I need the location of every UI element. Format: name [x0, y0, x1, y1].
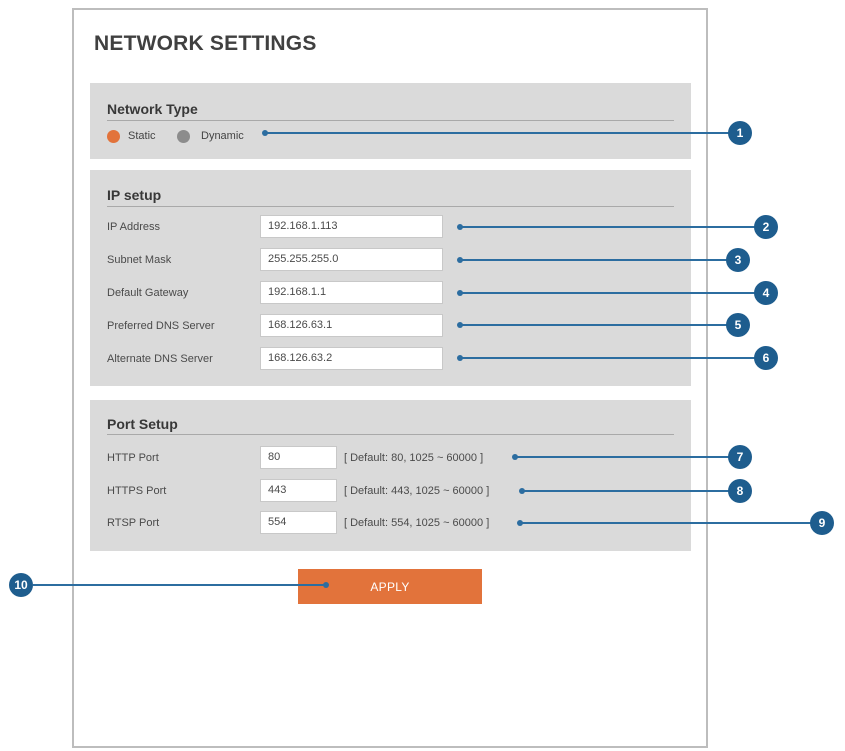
- callout-1: 1: [728, 121, 752, 145]
- preferred-dns-input[interactable]: 168.126.63.1: [260, 314, 443, 337]
- callout-5-line: [460, 324, 728, 326]
- callout-8-dot: [519, 488, 525, 494]
- default-gateway-input[interactable]: 192.168.1.1: [260, 281, 443, 304]
- callout-3-line: [460, 259, 728, 261]
- rtsp-port-label: RTSP Port: [107, 517, 160, 529]
- http-port-label: HTTP Port: [107, 452, 159, 464]
- callout-6-dot: [457, 355, 463, 361]
- port-setup-divider: [107, 434, 674, 435]
- callout-5: 5: [726, 313, 750, 337]
- ip-setup-title: IP setup: [107, 187, 162, 203]
- default-gateway-label: Default Gateway: [107, 287, 189, 299]
- callout-2-dot: [457, 224, 463, 230]
- callout-3-dot: [457, 257, 463, 263]
- callout-4-dot: [457, 290, 463, 296]
- preferred-dns-label: Preferred DNS Server: [107, 320, 215, 332]
- ip-setup-divider: [107, 206, 674, 207]
- alternate-dns-label: Alternate DNS Server: [107, 353, 213, 365]
- dynamic-label: Dynamic: [201, 130, 244, 142]
- page-title: NETWORK SETTINGS: [94, 32, 317, 55]
- callout-8-line: [522, 490, 730, 492]
- callout-7-line: [515, 456, 730, 458]
- network-type-divider: [107, 120, 674, 121]
- network-type-panel: Network Type Static Dynamic: [90, 83, 691, 159]
- callout-1-dot: [262, 130, 268, 136]
- callout-4: 4: [754, 281, 778, 305]
- port-setup-title: Port Setup: [107, 416, 178, 432]
- callout-6-line: [460, 357, 756, 359]
- callout-2: 2: [754, 215, 778, 239]
- https-port-label: HTTPS Port: [107, 485, 167, 497]
- callout-7-dot: [512, 454, 518, 460]
- https-port-input[interactable]: 443: [260, 479, 337, 502]
- callout-7: 7: [728, 445, 752, 469]
- rtsp-port-input[interactable]: 554: [260, 511, 337, 534]
- callout-10-dot: [323, 582, 329, 588]
- subnet-mask-input[interactable]: 255.255.255.0: [260, 248, 443, 271]
- ip-address-label: IP Address: [107, 221, 160, 233]
- port-setup-panel: Port Setup HTTP Port 80 [ Default: 80, 1…: [90, 400, 691, 551]
- callout-8: 8: [728, 479, 752, 503]
- network-type-title: Network Type: [107, 101, 198, 117]
- subnet-mask-label: Subnet Mask: [107, 254, 172, 266]
- static-label: Static: [128, 130, 156, 142]
- callout-5-dot: [457, 322, 463, 328]
- callout-4-line: [460, 292, 756, 294]
- alternate-dns-input[interactable]: 168.126.63.2: [260, 347, 443, 370]
- callout-10: 10: [9, 573, 33, 597]
- callout-9-dot: [517, 520, 523, 526]
- http-port-hint: [ Default: 80, 1025 ~ 60000 ]: [344, 452, 484, 464]
- callout-3: 3: [726, 248, 750, 272]
- ip-setup-panel: IP setup IP Address 192.168.1.113 Subnet…: [90, 170, 691, 386]
- http-port-input[interactable]: 80: [260, 446, 337, 469]
- callout-2-line: [460, 226, 756, 228]
- dynamic-radio[interactable]: [177, 130, 190, 143]
- callout-9-line: [520, 522, 812, 524]
- static-radio[interactable]: [107, 130, 120, 143]
- https-port-hint: [ Default: 443, 1025 ~ 60000 ]: [344, 485, 490, 497]
- rtsp-port-hint: [ Default: 554, 1025 ~ 60000 ]: [344, 517, 490, 529]
- ip-address-input[interactable]: 192.168.1.113: [260, 215, 443, 238]
- callout-9: 9: [810, 511, 834, 535]
- callout-1-line: [265, 132, 730, 134]
- callout-6: 6: [754, 346, 778, 370]
- callout-10-line: [33, 584, 326, 586]
